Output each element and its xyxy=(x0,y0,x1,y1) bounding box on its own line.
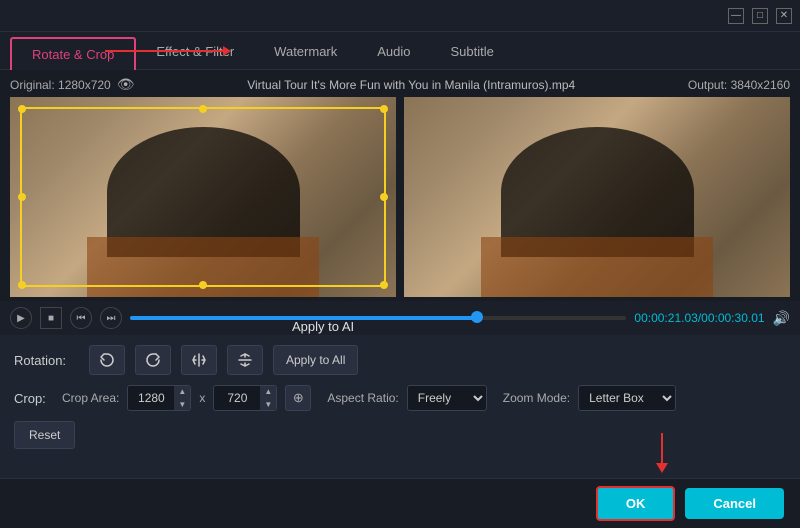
crop-move-button[interactable]: ⊕ xyxy=(285,385,311,411)
crop-width-spinners: ▲ ▼ xyxy=(174,385,190,411)
flip-vertical-button[interactable] xyxy=(227,345,263,375)
output-preview xyxy=(404,97,790,297)
aspect-ratio-select[interactable]: Freely 16:9 4:3 1:1 xyxy=(407,385,487,411)
tab-bar: Rotate & Crop Effect & Filter Watermark … xyxy=(0,32,800,70)
original-info: Original: 1280x720 👁 xyxy=(10,76,135,93)
output-image xyxy=(404,97,790,297)
tab-audio[interactable]: Audio xyxy=(357,36,430,69)
next-frame-button[interactable]: ⏭ xyxy=(100,307,122,329)
crop-width-input-group: ▲ ▼ xyxy=(127,385,191,411)
controls-area: Rotation: Apply to All Crop: xyxy=(0,335,800,459)
rotation-label: Rotation: xyxy=(14,353,79,368)
aspect-ratio-label: Aspect Ratio: xyxy=(327,391,398,405)
original-resolution: Original: 1280x720 xyxy=(10,78,111,92)
crop-height-spinners: ▲ ▼ xyxy=(260,385,276,411)
output-resolution: Output: 3840x2160 xyxy=(688,78,790,92)
flip-horizontal-button[interactable] xyxy=(181,345,217,375)
total-time: 00:00:30.01 xyxy=(701,311,764,325)
rotate-cw-button[interactable] xyxy=(135,345,171,375)
zoom-mode-label: Zoom Mode: xyxy=(503,391,570,405)
crop-width-up[interactable]: ▲ xyxy=(174,385,190,398)
original-image xyxy=(10,97,396,297)
tab-rotate-crop[interactable]: Rotate & Crop xyxy=(10,37,136,70)
maximize-button[interactable]: □ xyxy=(752,8,768,24)
time-display: 00:00:21.03/00:00:30.01 xyxy=(634,311,764,325)
crop-height-input-group: ▲ ▼ xyxy=(213,385,277,411)
tab-effect-filter[interactable]: Effect & Filter xyxy=(136,36,254,69)
preview-panels xyxy=(10,97,790,297)
preview-area: Original: 1280x720 👁 Virtual Tour It's M… xyxy=(0,70,800,301)
prev-frame-button[interactable]: ⏮ xyxy=(70,307,92,329)
cancel-button[interactable]: Cancel xyxy=(685,488,784,519)
crop-row: Crop: Crop Area: ▲ ▼ x ▲ ▼ ⊕ Aspect Rati… xyxy=(14,385,786,411)
bottom-action-bar: OK Cancel xyxy=(0,478,800,528)
file-title: Virtual Tour It's More Fun with You in M… xyxy=(135,78,688,92)
arrow-line xyxy=(661,433,663,463)
crop-width-down[interactable]: ▼ xyxy=(174,398,190,411)
arrow-head xyxy=(656,463,668,473)
minimize-button[interactable]: — xyxy=(728,8,744,24)
tab-watermark[interactable]: Watermark xyxy=(254,36,357,69)
progress-bar[interactable] xyxy=(130,316,626,320)
volume-icon[interactable]: 🔊 xyxy=(773,310,790,327)
reset-button[interactable]: Reset xyxy=(14,421,75,449)
apply-all-button[interactable]: Apply to All xyxy=(273,345,358,375)
crop-area-label: Crop Area: xyxy=(62,391,119,405)
close-button[interactable]: ✕ xyxy=(776,8,792,24)
ok-button[interactable]: OK xyxy=(596,486,676,521)
title-bar: — □ ✕ xyxy=(0,0,800,32)
window-controls: — □ ✕ xyxy=(728,8,792,24)
stop-button[interactable]: ■ xyxy=(40,307,62,329)
crop-height-input[interactable] xyxy=(214,391,260,405)
progress-thumb[interactable] xyxy=(471,311,483,323)
rotate-ccw-button[interactable] xyxy=(89,345,125,375)
eye-icon[interactable]: 👁 xyxy=(117,76,135,93)
timeline: ▶ ■ ⏮ ⏭ 00:00:21.03/00:00:30.01 🔊 xyxy=(0,301,800,335)
tab-subtitle[interactable]: Subtitle xyxy=(431,36,514,69)
dimension-separator: x xyxy=(199,391,205,405)
crop-width-input[interactable] xyxy=(128,391,174,405)
crop-label: Crop: xyxy=(14,391,54,406)
reset-row: Reset xyxy=(14,421,786,449)
original-preview xyxy=(10,97,396,297)
crop-height-up[interactable]: ▲ xyxy=(260,385,276,398)
play-button[interactable]: ▶ xyxy=(10,307,32,329)
rotation-row: Rotation: Apply to All xyxy=(14,345,786,375)
down-arrow-annotation xyxy=(656,433,668,473)
current-time: 00:00:21.03 xyxy=(634,311,697,325)
preview-meta: Original: 1280x720 👁 Virtual Tour It's M… xyxy=(10,76,790,93)
crop-height-down[interactable]: ▼ xyxy=(260,398,276,411)
progress-fill xyxy=(130,316,477,320)
zoom-mode-select[interactable]: Letter Box Pan & Scan Full xyxy=(578,385,676,411)
annotation-arrow xyxy=(105,50,225,52)
